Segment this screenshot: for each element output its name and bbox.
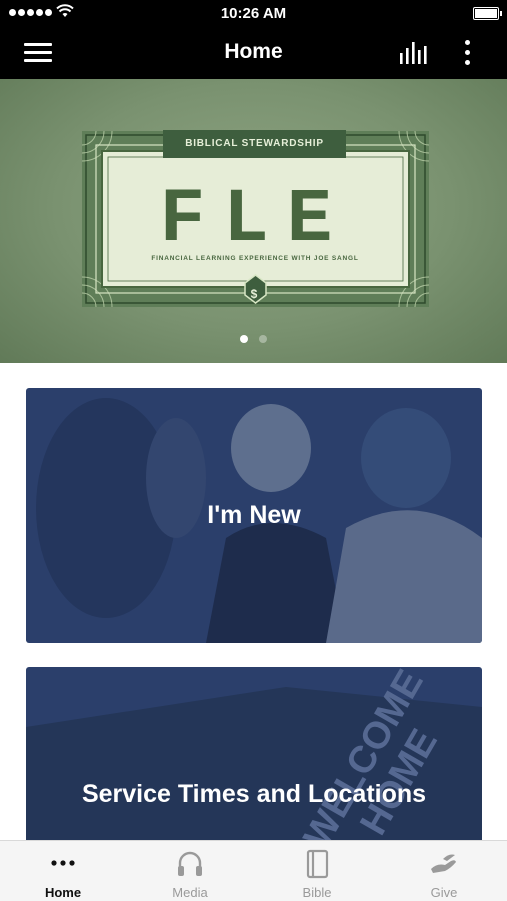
featured-banner-carousel[interactable]: BIBLICAL STEWARDSHIP FLE FINANCIAL LEARN… (0, 79, 507, 363)
service-times-label: Service Times and Locations (81, 780, 427, 808)
tab-bible-label: Bible (302, 885, 332, 900)
im-new-card[interactable]: I'm New (26, 388, 482, 643)
carousel-page-indicator[interactable] (0, 335, 507, 343)
banner-subtitle: FINANCIAL LEARNING EXPERIENCE WITH JOE S… (151, 255, 359, 262)
more-options-icon[interactable] (460, 38, 476, 68)
page-dot (259, 335, 267, 343)
tab-media[interactable]: Media (127, 841, 253, 901)
top-navigation-bar: Home (0, 26, 507, 79)
bottom-tab-bar: Home Media Bible Give (0, 840, 507, 901)
page-dot-active (240, 335, 248, 343)
im-new-label: I'm New (207, 501, 301, 529)
battery-icon (473, 7, 502, 20)
tab-give-label: Give (430, 885, 458, 900)
tab-home[interactable]: Home (0, 841, 126, 901)
dollar-seal-icon: $ (250, 287, 258, 301)
give-hand-icon (431, 854, 456, 873)
service-times-card[interactable]: WELCOME HOME Service Times and Locations (26, 667, 482, 847)
headphones-icon (178, 851, 202, 876)
card-photo-mat-icon: WELCOME HOME (26, 667, 482, 847)
banner-tag: BIBLICAL STEWARDSHIP (163, 130, 346, 158)
tab-bible[interactable]: Bible (254, 841, 380, 901)
tab-give[interactable]: Give (381, 841, 507, 901)
tab-home-label: Home (44, 885, 82, 900)
book-icon (306, 849, 329, 879)
more-dots-icon (51, 860, 75, 866)
status-bar: 10:26 AM (0, 0, 507, 26)
status-time: 10:26 AM (220, 5, 287, 22)
audio-levels-icon[interactable] (398, 40, 432, 66)
banner-title: FLE (159, 177, 351, 263)
tab-media-label: Media (172, 885, 208, 900)
